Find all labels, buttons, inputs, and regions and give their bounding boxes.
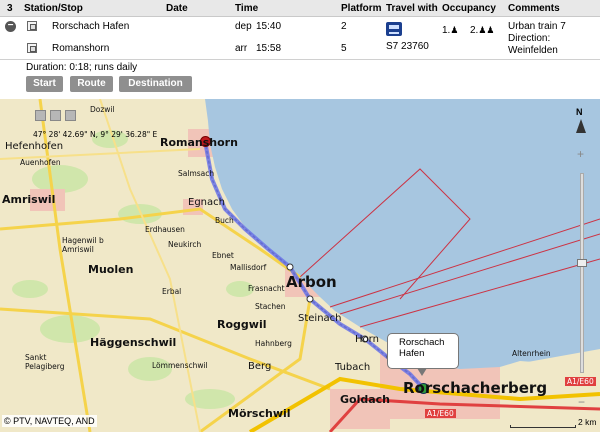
place-hefenhofen: Hefenhofen: [5, 141, 64, 152]
header-travel-with: Travel with: [386, 3, 438, 14]
place-horn: Horn: [355, 334, 379, 345]
place-mallisdorf: Mallisdorf: [230, 263, 267, 272]
station-tooltip: Rorschach Hafen: [387, 333, 459, 369]
place-auenhofen: Auenhofen: [20, 158, 61, 167]
tooltip-line-1: Rorschach: [399, 337, 445, 348]
place-hagenwil-amriswil: Amriswil: [62, 245, 94, 254]
header-date: Date: [166, 3, 188, 14]
place-erdhausen: Erdhausen: [145, 225, 185, 234]
occupancy-person-icon: ♟: [450, 25, 459, 35]
place-frasnacht: Frasnacht: [248, 284, 285, 293]
header-row-number: 3: [7, 3, 13, 14]
arrival-platform: 5: [341, 43, 347, 54]
place-amriswil: Amriswil: [2, 193, 56, 206]
scale-bar: [510, 425, 576, 428]
place-buch: Buch: [215, 216, 234, 225]
compass-arrow-icon: [576, 119, 586, 133]
place-lommenschwil: Lömmenschwil: [152, 361, 208, 370]
departure-time: 15:40: [256, 21, 282, 32]
place-roggwil: Roggwil: [217, 318, 267, 331]
place-egnach: Egnach: [188, 197, 225, 208]
map-copyright: © PTV, NAVTEQ, AND: [2, 415, 97, 427]
place-sankt: Sankt: [25, 353, 47, 362]
departure-label: dep: [235, 21, 252, 32]
connection-table-header: 3 Station/Stop Date Time Platform Travel…: [0, 0, 600, 17]
place-morschwil: Mörschwil: [228, 407, 291, 420]
header-comments: Comments: [508, 3, 560, 14]
route-map[interactable]: 47° 28' 42.69" N, 9° 29' 36.28" E Dozwil…: [0, 99, 600, 432]
tooltip-pointer: [417, 368, 427, 376]
header-station: Station/Stop: [24, 3, 83, 14]
place-pelagiberg: Pelagiberg: [25, 362, 65, 371]
road-sign-a1-lower: A1/E60: [425, 409, 456, 418]
place-neukirch: Neukirch: [168, 240, 202, 249]
place-haggenschwil: Häggenschwil: [90, 336, 177, 349]
place-hagenwil: Hagenwil b: [62, 236, 104, 245]
occupancy-people-icon: ♟♟: [478, 25, 495, 35]
zoom-in-map-icon[interactable]: [50, 110, 61, 121]
comment-line-1: Urban train 7: [508, 21, 566, 32]
train-icon[interactable]: [386, 22, 402, 36]
departure-platform: 2: [341, 21, 347, 32]
route-button[interactable]: Route: [70, 76, 113, 92]
duration-text: Duration: 0:18; runs daily: [26, 62, 138, 73]
place-goldach: Goldach: [340, 393, 391, 406]
comment-line-2: Direction:: [508, 33, 551, 44]
station-departure[interactable]: Rorschach Hafen: [52, 21, 129, 32]
place-stachen: Stachen: [255, 302, 286, 311]
scale-label: 2 km: [578, 417, 597, 427]
comment-line-3: Weinfelden: [508, 45, 558, 56]
place-muolen: Muolen: [88, 263, 134, 276]
place-salmsach: Salmsach: [178, 169, 215, 178]
place-dozwil: Dozwil: [90, 105, 115, 114]
place-steinach: Steinach: [298, 313, 342, 324]
header-platform: Platform: [341, 3, 382, 14]
destination-button[interactable]: Destination: [119, 76, 192, 92]
place-erbal: Erbal: [162, 287, 182, 296]
zoom-handle[interactable]: [577, 259, 587, 267]
station-map-icon[interactable]: [27, 43, 37, 53]
occupancy-second-class: 2.♟♟: [470, 25, 494, 36]
tooltip-line-2: Hafen: [399, 348, 425, 359]
station-arrival[interactable]: Romanshorn: [52, 43, 109, 54]
header-occupancy: Occupancy: [442, 3, 496, 14]
place-romanshorn: Romanshorn: [160, 136, 238, 149]
place-ebnet: Ebnet: [212, 251, 234, 260]
arrival-time: 15:58: [256, 43, 282, 54]
place-berg: Berg: [248, 361, 272, 372]
pan-icon[interactable]: [65, 110, 76, 121]
station-map-icon[interactable]: [27, 21, 37, 31]
place-altenrhein: Altenrhein: [512, 349, 551, 358]
place-rorschacherberg: Rorschacherberg: [403, 379, 548, 397]
zoom-slider[interactable]: [577, 159, 587, 399]
zoom-out-map-icon[interactable]: [35, 110, 46, 121]
zoom-track[interactable]: [580, 173, 584, 373]
place-arbon: Arbon: [286, 273, 337, 291]
start-button[interactable]: Start: [26, 76, 63, 92]
occupancy-first-class: 1.♟: [442, 25, 458, 36]
header-time: Time: [235, 3, 259, 14]
north-indicator: N: [576, 107, 583, 117]
zoom-out-icon[interactable]: −: [578, 395, 585, 409]
place-tubach: Tubach: [335, 362, 371, 373]
row-divider: [0, 59, 600, 60]
arrival-label: arr: [235, 43, 248, 54]
collapse-icon[interactable]: −: [5, 21, 16, 32]
train-number[interactable]: S7 23760: [386, 41, 429, 52]
place-hahnberg: Hahnberg: [255, 339, 292, 348]
coordinates-readout: 47° 28' 42.69" N, 9° 29' 36.28" E: [33, 130, 158, 139]
